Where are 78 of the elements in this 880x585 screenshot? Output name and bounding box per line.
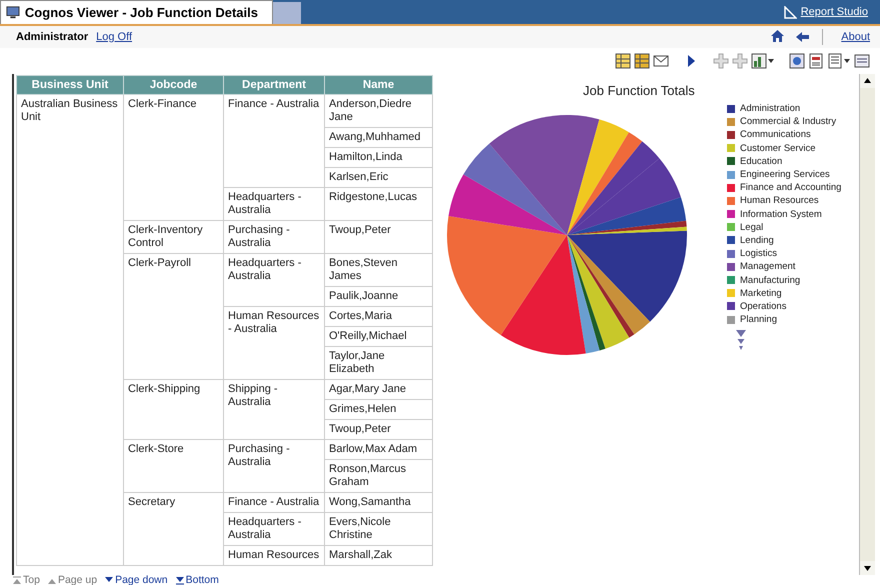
- home-icon[interactable]: [770, 28, 786, 42]
- window-title: Cognos Viewer - Job Function Details: [24, 5, 258, 20]
- table-cell: Karlsen,Eric: [324, 168, 432, 188]
- scroll-up-icon[interactable]: [860, 74, 875, 88]
- legend-label: Engineering Services: [740, 169, 830, 180]
- table-cell: Clerk-Inventory Control: [124, 220, 224, 254]
- user-name: Administrator: [16, 31, 88, 43]
- column-header: Business Unit: [16, 76, 124, 94]
- legend-label: Finance and Accounting: [740, 182, 842, 194]
- table-cell: Bones,Steven James: [324, 254, 432, 286]
- legend-label: Human Resources: [740, 195, 819, 206]
- table-cell: Barlow,Max Adam: [324, 440, 432, 460]
- log-off-link[interactable]: Log Off: [96, 31, 132, 43]
- about-link[interactable]: About: [841, 31, 870, 43]
- envelope-icon[interactable]: [653, 53, 669, 69]
- table-cell: Taylor,Jane Elizabeth: [324, 346, 432, 380]
- table-cell: Finance - Australia: [224, 94, 324, 188]
- table-cell: Australian Business Unit: [16, 94, 124, 566]
- legend-label: Customer Service: [740, 142, 816, 154]
- legend-label: Logistics: [740, 248, 777, 260]
- page-nav-link[interactable]: Bottom: [176, 575, 219, 585]
- chart-icon[interactable]: [751, 53, 775, 69]
- table-cell: Clerk-Store: [124, 440, 224, 492]
- table-cell: Cortes,Maria: [324, 306, 432, 326]
- table-cell: Purchasing - Australia: [224, 220, 324, 254]
- down-arrow-icon: [176, 576, 184, 585]
- legend-label: Marketing: [740, 288, 782, 299]
- legend-label: Lending: [740, 234, 774, 246]
- table-cell: Evers,Nicole Christine: [324, 512, 432, 546]
- table-cell: Hamilton,Linda: [324, 148, 432, 168]
- chart-title: Job Function Totals: [583, 83, 695, 98]
- up-arrow-icon: [13, 576, 21, 585]
- table-cell: Clerk-Payroll: [124, 254, 224, 380]
- table-cell: Clerk-Shipping: [124, 380, 224, 440]
- layout-icon[interactable]: [827, 53, 851, 69]
- column-header: Department: [224, 76, 324, 94]
- report-icon[interactable]: [808, 53, 824, 69]
- legend-label: Commercial & Industry: [740, 116, 836, 128]
- legend-label: Operations: [740, 300, 786, 312]
- page-nav-link[interactable]: Page down: [105, 575, 168, 585]
- table-cell: Wong,Samantha: [324, 492, 432, 512]
- legend-label: Planning: [740, 314, 777, 326]
- table-cell: Headquarters - Australia: [224, 254, 324, 306]
- column-header: Name: [324, 76, 432, 94]
- spreadsheet-icon[interactable]: [634, 53, 650, 69]
- table-cell: Twoup,Peter: [324, 420, 432, 440]
- report-studio-link[interactable]: Report Studio: [800, 6, 868, 18]
- legend-label: Management: [740, 261, 796, 272]
- table-cell: Human Resources - Australia: [224, 306, 324, 380]
- table-cell: Twoup,Peter: [324, 220, 432, 254]
- table-cell: Clerk-Finance: [124, 94, 224, 220]
- table-cell: Anderson,Diedre Jane: [324, 94, 432, 128]
- table-cell: Finance - Australia: [224, 492, 324, 512]
- back-arrow-icon[interactable]: [795, 30, 810, 42]
- table-cell: O'Reilly,Michael: [324, 326, 432, 346]
- legend-label: Communications: [740, 129, 811, 140]
- legend-label: Legal: [740, 222, 764, 233]
- table-cell: Grimes,Helen: [324, 400, 432, 420]
- table-cell: Ronson,Marcus Graham: [324, 460, 432, 492]
- scroll-down-icon[interactable]: [860, 561, 875, 575]
- monitor-icon: [6, 5, 20, 20]
- legend-label: Manufacturing: [740, 274, 800, 286]
- table-cell: Agar,Mary Jane: [324, 380, 432, 400]
- table-cell: Marshall,Zak: [324, 546, 432, 566]
- table-cell: Headquarters - Australia: [224, 188, 324, 220]
- legend-label: Education: [740, 156, 782, 167]
- table-cell: Headquarters - Australia: [224, 512, 324, 546]
- legend-label: Information System: [740, 208, 822, 220]
- table-cell: Paulik,Joanne: [324, 286, 432, 306]
- spreadsheet-icon[interactable]: [615, 53, 631, 69]
- column-header: Jobcode: [124, 76, 224, 94]
- table-cell: Secretary: [124, 492, 224, 566]
- table-cell: Purchasing - Australia: [224, 440, 324, 492]
- legend-label: Administration: [740, 103, 800, 114]
- table-cell: Awang,Muhhamed: [324, 128, 432, 148]
- table-cell: Human Resources: [224, 546, 324, 566]
- table-cell: Shipping - Australia: [224, 380, 324, 440]
- table-cell: Ridgestone,Lucas: [324, 188, 432, 220]
